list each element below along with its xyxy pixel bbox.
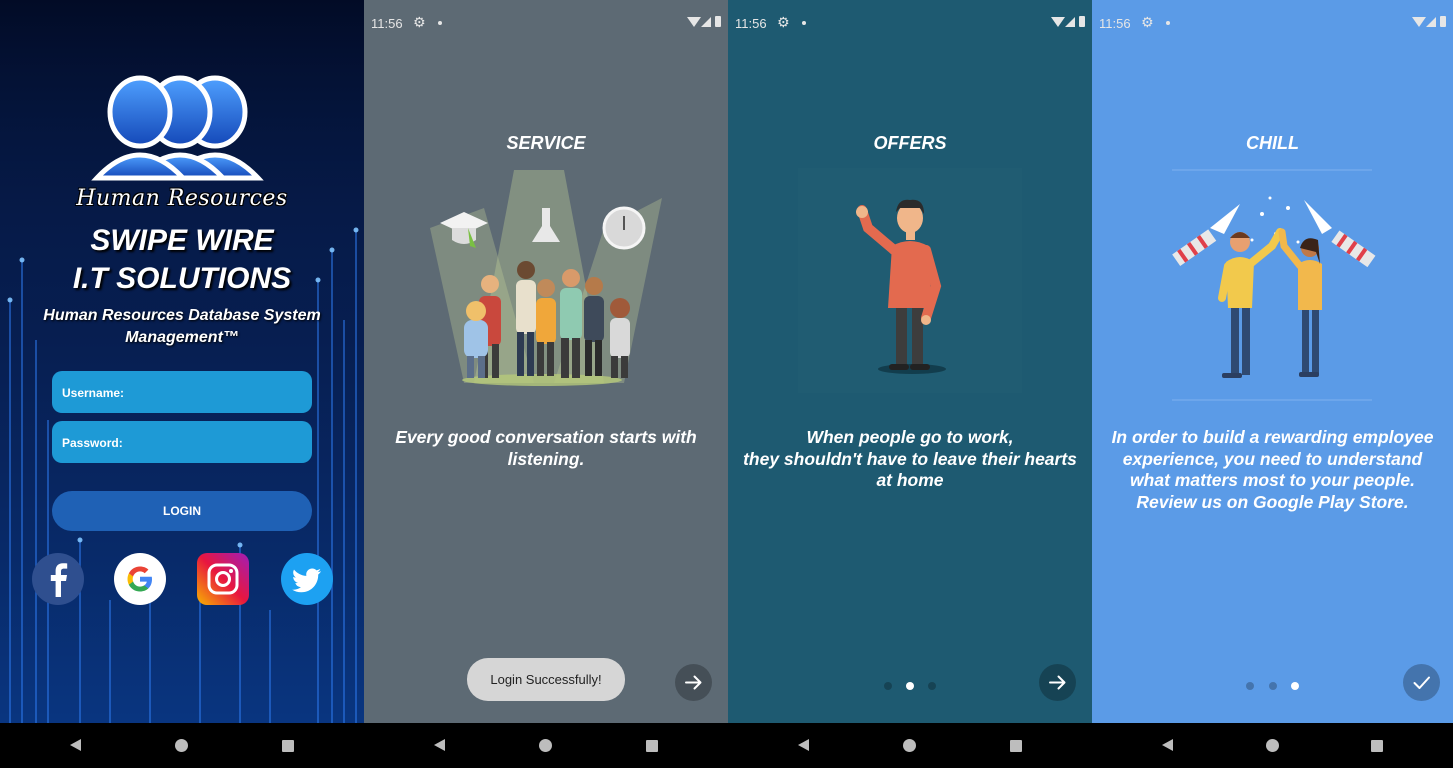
page-indicator-dot — [1268, 682, 1277, 690]
twitter-login-button[interactable] — [281, 553, 333, 605]
instagram-login-button[interactable] — [197, 553, 249, 605]
navigation-bar — [728, 723, 1092, 768]
home-icon[interactable] — [1265, 739, 1279, 752]
status-time: 11:56 — [1099, 16, 1131, 31]
signal-icon — [701, 17, 711, 27]
google-icon — [127, 566, 152, 592]
status-bar: 11:56 ⚙ — [728, 13, 1092, 33]
team-spotlight-illustration — [430, 170, 662, 386]
next-button[interactable] — [1039, 664, 1076, 701]
logo-caption: Human Resources — [76, 186, 288, 211]
login-button[interactable]: LOGIN — [52, 491, 312, 531]
back-icon[interactable] — [434, 739, 445, 751]
settings-icon: ⚙ — [1141, 14, 1154, 30]
waving-man-illustration — [798, 168, 1022, 393]
page-indicator — [1092, 682, 1453, 690]
page-indicator-dot — [1246, 682, 1255, 690]
instagram-icon — [207, 563, 239, 595]
facebook-icon — [50, 563, 68, 597]
navigation-bar — [1092, 723, 1453, 768]
onboarding-description: In order to build a rewarding employee e… — [1111, 427, 1434, 512]
done-button[interactable] — [1403, 664, 1440, 701]
back-icon[interactable] — [70, 739, 81, 751]
status-time: 11:56 — [371, 16, 403, 31]
wifi-icon — [1051, 17, 1065, 27]
onboarding-description: When people go to work, they shouldn't h… — [743, 427, 1077, 490]
facebook-login-button[interactable] — [32, 553, 84, 605]
home-icon[interactable] — [903, 739, 916, 752]
home-icon[interactable] — [539, 739, 552, 752]
arrow-right-icon — [1049, 675, 1066, 690]
password-label: Password: — [62, 436, 123, 450]
wifi-icon — [687, 17, 701, 27]
page-indicator-dot-active — [906, 682, 914, 690]
page-indicator-dot — [883, 682, 892, 690]
page-indicator-dot-active — [1290, 682, 1299, 690]
recents-icon[interactable] — [282, 740, 294, 752]
status-bar: 11:56 ⚙ — [364, 13, 728, 33]
signal-icon — [1065, 17, 1075, 27]
status-time: 11:56 — [735, 16, 767, 31]
onboarding-description: Every good conversation starts with list… — [395, 427, 697, 469]
navigation-bar — [364, 723, 728, 768]
twitter-icon — [292, 568, 321, 593]
recents-icon[interactable] — [1010, 740, 1022, 752]
onboarding-service-screen: 11:56 ⚙ SERVICE Every good conversation … — [364, 0, 728, 768]
settings-icon: ⚙ — [413, 14, 426, 30]
app-subtitle: Human Resources Database System Manageme… — [43, 307, 321, 346]
brand-name-line-1: SWIPE WIRE — [90, 224, 274, 257]
onboarding-chill-screen: 11:56 ⚙ CHILL In order to build a reward… — [1092, 0, 1453, 768]
arrow-right-icon — [685, 675, 702, 690]
settings-icon: ⚙ — [777, 14, 790, 30]
onboarding-title: OFFERS — [873, 133, 947, 153]
signal-icon — [1426, 17, 1436, 27]
username-label: Username: — [62, 386, 125, 400]
recents-icon[interactable] — [1371, 740, 1383, 752]
password-field[interactable]: Password: — [52, 421, 312, 463]
brand-name-line-2: I.T SOLUTIONS — [72, 262, 292, 295]
navigation-bar — [0, 723, 364, 768]
check-icon — [1413, 676, 1430, 689]
notification-dot-icon — [438, 21, 442, 25]
wifi-icon — [1412, 17, 1426, 27]
status-bar: 11:56 ⚙ — [1092, 13, 1453, 33]
next-button[interactable] — [675, 664, 712, 701]
onboarding-title: CHILL — [1246, 133, 1299, 153]
back-icon[interactable] — [798, 739, 809, 751]
login-screen: Human Resources SWIPE WIRE I.T SOLUTIONS… — [0, 0, 364, 768]
battery-icon — [1079, 16, 1085, 27]
home-icon[interactable] — [175, 739, 188, 752]
notification-dot-icon — [1166, 21, 1170, 25]
onboarding-title: SERVICE — [506, 133, 586, 153]
back-icon[interactable] — [1162, 739, 1173, 751]
battery-icon — [715, 16, 721, 27]
login-success-toast: Login Successfully! — [467, 658, 625, 701]
google-login-button[interactable] — [114, 553, 166, 605]
recents-icon[interactable] — [646, 740, 658, 752]
page-indicator — [728, 682, 1092, 690]
notification-dot-icon — [802, 21, 806, 25]
username-field[interactable]: Username: — [52, 371, 312, 413]
onboarding-offers-screen: 11:56 ⚙ OFFERS When people go to work, t… — [728, 0, 1092, 768]
high-five-celebration-illustration — [1172, 169, 1376, 401]
page-indicator-dot — [928, 682, 937, 690]
battery-icon — [1440, 16, 1446, 27]
